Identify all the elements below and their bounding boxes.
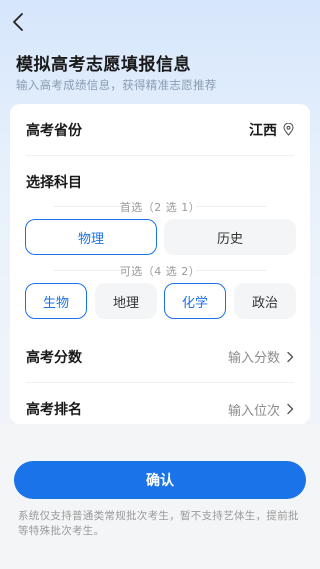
subject-chip-biology[interactable]: 生物 bbox=[25, 283, 87, 319]
notice-text: 系统仅支持普通类常规批次考生，暂不支持艺体生，提前批等特殊批次考生。 bbox=[18, 510, 299, 537]
back-button[interactable] bbox=[8, 10, 28, 34]
chevron-right-icon bbox=[287, 351, 294, 362]
province-label: 高考省份 bbox=[26, 122, 82, 139]
subject-chip-chemistry[interactable]: 化学 bbox=[164, 283, 226, 319]
subject-chip-history[interactable]: 历史 bbox=[164, 219, 296, 255]
rank-row[interactable]: 高考排名 输入位次 bbox=[26, 383, 294, 424]
score-placeholder: 输入分数 bbox=[227, 351, 280, 366]
divider bbox=[196, 270, 266, 271]
subject-chip-politics[interactable]: 政治 bbox=[234, 283, 296, 319]
page-title: 模拟高考志愿填报信息 bbox=[16, 55, 191, 75]
score-label: 高考分数 bbox=[26, 349, 82, 366]
subject-chip-physics[interactable]: 物理 bbox=[25, 219, 157, 255]
chip-label: 化学 bbox=[181, 295, 208, 311]
subject-chip-geography[interactable]: 地理 bbox=[95, 283, 157, 319]
chevron-left-icon bbox=[13, 13, 23, 31]
score-input[interactable]: 输入分数 bbox=[228, 347, 294, 366]
province-row[interactable]: 高考省份 江西 bbox=[26, 104, 294, 156]
rank-input[interactable]: 输入位次 bbox=[228, 400, 294, 419]
subjects-label: 选择科目 bbox=[26, 175, 82, 191]
page-subtitle: 输入高考成绩信息，获得精准志愿推荐 bbox=[16, 78, 217, 92]
province-selector[interactable]: 江西 bbox=[249, 120, 294, 140]
divider bbox=[196, 206, 266, 207]
primary-hint: 首选（2 选 1） bbox=[119, 201, 201, 214]
chip-label: 物理 bbox=[77, 231, 104, 247]
form-card: 高考省份 江西 选择科目 首选（2 选 1） 物理 历史 可选（4 选 2） 生… bbox=[10, 104, 310, 424]
chip-label: 地理 bbox=[112, 295, 139, 311]
chip-label: 历史 bbox=[216, 231, 243, 247]
chip-label: 生物 bbox=[42, 295, 69, 311]
rank-placeholder: 输入位次 bbox=[227, 403, 280, 419]
rank-label: 高考排名 bbox=[26, 402, 82, 418]
province-value: 江西 bbox=[249, 122, 277, 139]
chevron-right-icon bbox=[287, 403, 294, 415]
chip-label: 政治 bbox=[251, 295, 278, 311]
score-row[interactable]: 高考分数 输入分数 bbox=[26, 331, 294, 383]
confirm-button[interactable]: 确认 bbox=[14, 461, 306, 499]
location-pin-icon bbox=[283, 123, 294, 136]
secondary-hint: 可选（4 选 2） bbox=[119, 265, 201, 278]
